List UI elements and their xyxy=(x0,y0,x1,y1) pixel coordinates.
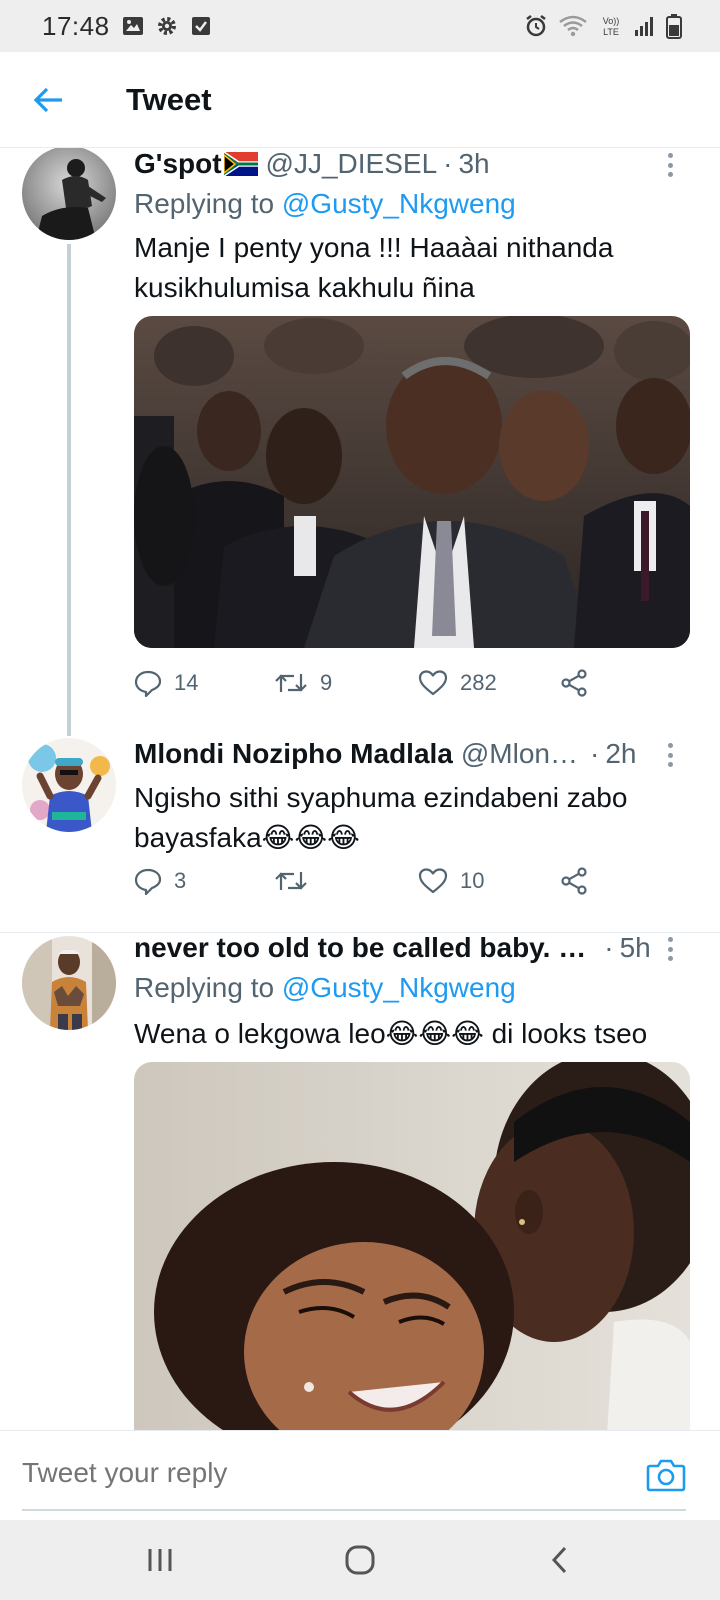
south-africa-flag-icon xyxy=(223,152,258,176)
display-name[interactable]: Mlondi Nozipho Madlala xyxy=(134,738,453,770)
reply-button[interactable]: 14 xyxy=(134,666,198,700)
like-button[interactable]: 10 xyxy=(418,864,484,898)
back-icon xyxy=(551,1546,567,1574)
back-button[interactable] xyxy=(30,82,66,118)
share-icon xyxy=(561,867,587,895)
alarm-icon xyxy=(524,14,548,38)
mention-link[interactable]: @Gusty_Nkgweng xyxy=(282,972,516,1003)
tweet-item[interactable]: G'spot @JJ_DIESEL · 3h Replying to @Gust… xyxy=(0,148,720,736)
wifi-icon xyxy=(558,14,588,38)
like-count: 10 xyxy=(460,868,485,893)
tweet-item[interactable]: never too old to be called baby. … · 5h … xyxy=(0,932,720,1430)
retweet-icon xyxy=(275,674,307,692)
tweet-header: G'spot @JJ_DIESEL · 3h xyxy=(134,148,680,180)
volte-icon: Vo)) LTE xyxy=(598,14,624,38)
tweet-actions: 14 9 282 xyxy=(134,666,614,700)
avatar[interactable] xyxy=(22,148,116,240)
reply-icon xyxy=(134,868,162,895)
tweet-text: Ngisho sithi syaphuma ezindabeni zabo ba… xyxy=(134,782,628,853)
reply-feed[interactable]: G'spot @JJ_DIESEL · 3h Replying to @Gust… xyxy=(0,148,720,1430)
retweet-button[interactable] xyxy=(274,864,320,898)
more-options-button[interactable] xyxy=(660,934,680,964)
heart-icon xyxy=(418,868,448,894)
replying-to-label: Replying to xyxy=(134,188,275,219)
timestamp[interactable]: 5h xyxy=(620,932,651,964)
timestamp[interactable]: 2h xyxy=(605,738,636,770)
tweet-header: never too old to be called baby. … · 5h xyxy=(134,932,680,964)
recent-apps-icon xyxy=(148,1549,172,1571)
avatar[interactable] xyxy=(22,936,116,1030)
system-nav-bar xyxy=(0,1520,720,1600)
retweet-icon xyxy=(275,872,307,890)
like-button[interactable]: 282 xyxy=(418,666,497,700)
checkbox-icon xyxy=(190,15,212,37)
page-title: Tweet xyxy=(126,82,212,117)
replying-to-label: Replying to xyxy=(134,972,275,1003)
image-icon xyxy=(122,15,144,37)
tweet-header: Mlondi Nozipho Madlala @Mlon… · 2h xyxy=(134,738,680,770)
user-handle[interactable]: @Mlon… xyxy=(461,738,578,770)
gear-icon xyxy=(156,15,178,37)
status-time: 17:48 xyxy=(42,10,110,41)
tweet-media-image[interactable] xyxy=(134,316,690,648)
share-icon xyxy=(561,669,587,697)
camera-button[interactable] xyxy=(646,1457,686,1493)
svg-text:LTE: LTE xyxy=(603,27,619,37)
mention-link[interactable]: @Gusty_Nkgweng xyxy=(282,188,516,219)
retweet-count: 9 xyxy=(320,670,333,695)
like-count: 282 xyxy=(460,670,497,695)
display-name[interactable]: never too old to be called baby. … xyxy=(134,932,586,964)
reply-underline xyxy=(22,1509,686,1511)
recent-apps-button[interactable] xyxy=(130,1530,190,1590)
back-arrow-icon xyxy=(33,87,62,113)
reply-count: 14 xyxy=(174,670,199,695)
home-icon xyxy=(345,1545,375,1575)
tweet-actions: 3 10 xyxy=(134,864,614,898)
signal-icon xyxy=(634,15,656,37)
home-button[interactable] xyxy=(330,1530,390,1590)
separator-dot: · xyxy=(590,738,600,769)
reply-count: 3 xyxy=(174,868,187,893)
reply-input[interactable] xyxy=(22,1457,582,1489)
replying-to: Replying to @Gusty_Nkgweng xyxy=(134,972,516,1004)
separator-dot: · xyxy=(443,148,453,179)
heart-icon xyxy=(418,670,448,696)
status-bar: 17:48 Vo)) LTE xyxy=(0,0,720,52)
tweet-media-image[interactable] xyxy=(134,1062,690,1430)
status-right: Vo)) LTE xyxy=(524,13,682,39)
app-header: Tweet xyxy=(0,52,720,148)
reply-icon xyxy=(134,670,162,697)
more-options-button[interactable] xyxy=(660,740,680,770)
user-handle[interactable]: @JJ_DIESEL xyxy=(266,148,438,180)
replying-to: Replying to @Gusty_Nkgweng xyxy=(134,188,516,220)
share-button[interactable] xyxy=(560,666,590,700)
retweet-button[interactable]: 9 xyxy=(274,666,332,700)
tweet-item[interactable]: Mlondi Nozipho Madlala @Mlon… · 2h Ngish… xyxy=(0,736,720,916)
more-options-button[interactable] xyxy=(660,150,680,180)
separator-dot: · xyxy=(604,932,614,963)
share-button[interactable] xyxy=(560,864,590,898)
tweet-text: Wena o lekgowa leo😂😂😂 di looks tseo xyxy=(134,1018,648,1049)
thread-line xyxy=(67,244,71,736)
battery-icon xyxy=(666,13,682,39)
tweet-text: Manje I penty yona !!! Haaàai nithanda k… xyxy=(134,232,614,303)
nav-back-button[interactable] xyxy=(530,1530,590,1590)
camera-icon xyxy=(646,1459,686,1492)
timestamp[interactable]: 3h xyxy=(458,148,489,180)
reply-button[interactable]: 3 xyxy=(134,864,186,898)
status-left: 17:48 xyxy=(42,11,212,42)
svg-text:Vo)): Vo)) xyxy=(603,16,620,26)
display-name[interactable]: G'spot xyxy=(134,148,222,180)
reply-bar xyxy=(0,1430,720,1520)
avatar[interactable] xyxy=(22,738,116,832)
